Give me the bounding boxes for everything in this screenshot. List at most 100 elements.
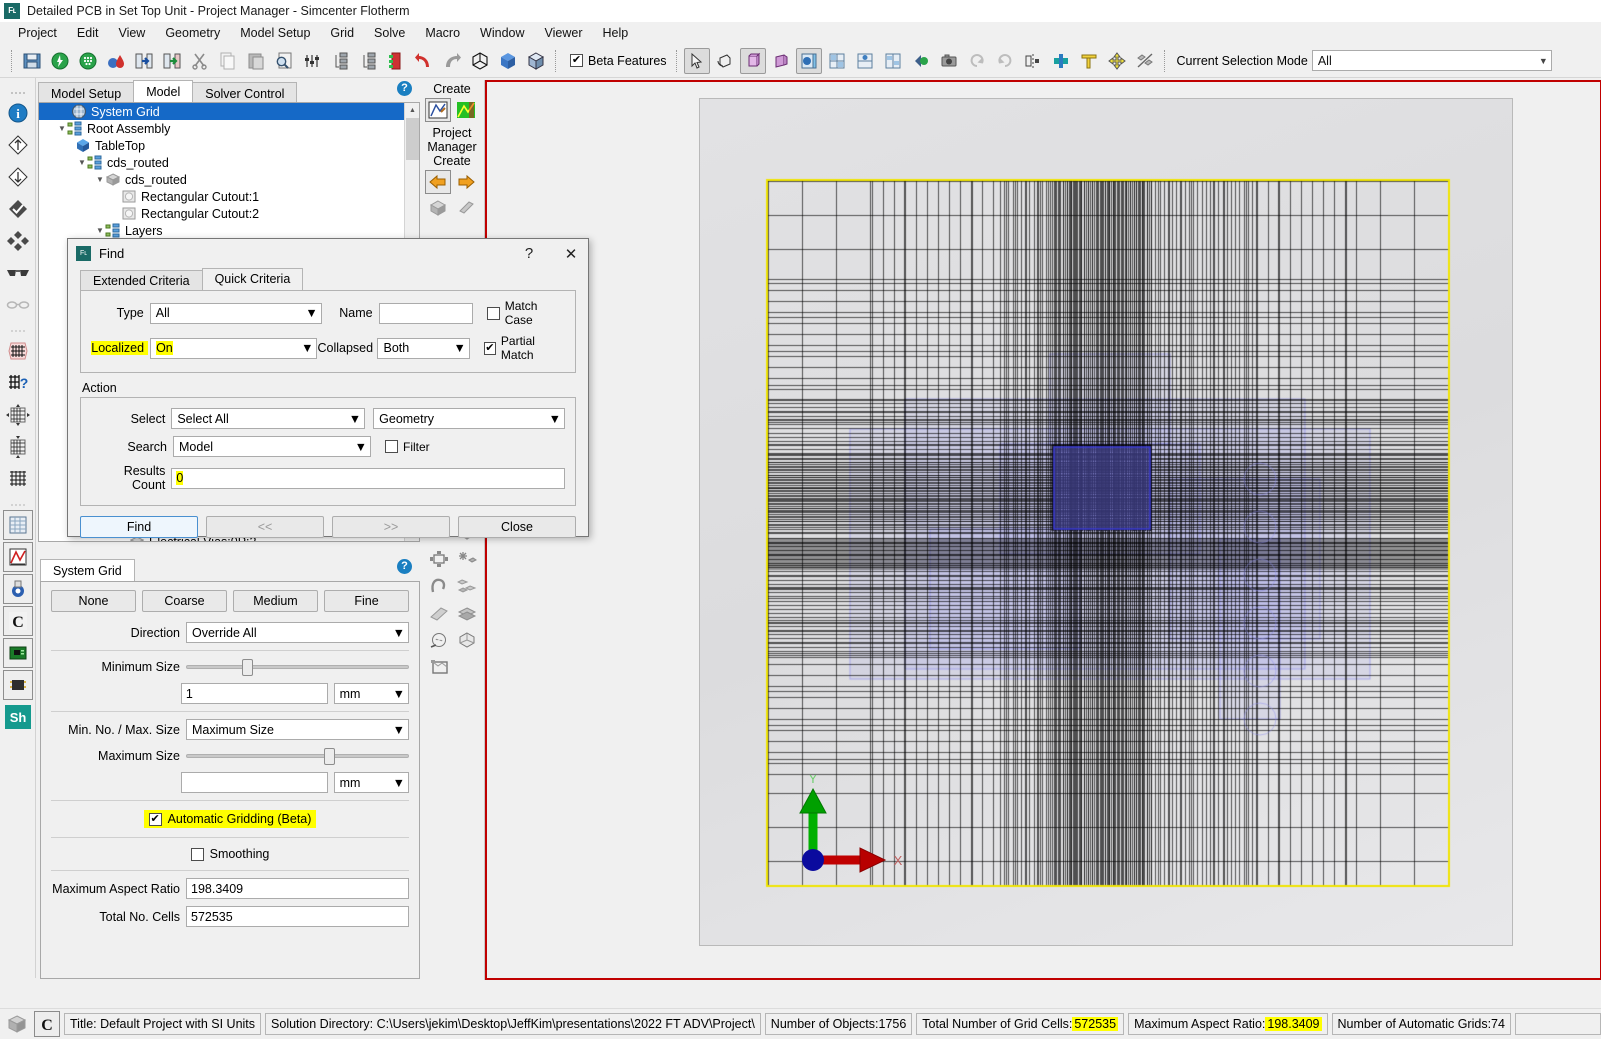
flotherm-c-icon[interactable]: C bbox=[3, 606, 33, 636]
close-icon[interactable]: ✕ bbox=[554, 240, 588, 268]
plate-stack-icon[interactable] bbox=[455, 601, 479, 625]
next-button[interactable]: >> bbox=[332, 516, 450, 538]
help-icon[interactable]: ? bbox=[397, 81, 412, 96]
enclosure-icon[interactable] bbox=[428, 655, 452, 679]
curve-icon[interactable] bbox=[427, 574, 451, 598]
menu-edit[interactable]: Edit bbox=[67, 24, 109, 42]
chip-icon[interactable] bbox=[3, 670, 33, 700]
tree-item-root-assembly[interactable]: ▼ Root Assembly bbox=[39, 120, 419, 137]
menu-viewer[interactable]: Viewer bbox=[535, 24, 593, 42]
pcb-icon[interactable] bbox=[383, 48, 409, 74]
tree-item-tabletop[interactable]: TableTop bbox=[39, 137, 419, 154]
find-dialog[interactable]: Fʟ Find ? ✕ Extended Criteria Quick Crit… bbox=[67, 238, 589, 537]
tree-item-cds-routed-part[interactable]: ▼ cds_routed bbox=[39, 171, 419, 188]
select-dropdown[interactable]: Select All ▼ bbox=[171, 408, 365, 429]
find-icon[interactable] bbox=[271, 48, 297, 74]
tab-model-setup[interactable]: Model Setup bbox=[38, 82, 134, 102]
box-fill-icon[interactable] bbox=[768, 48, 794, 74]
info-icon[interactable]: i bbox=[3, 98, 33, 128]
export-icon[interactable] bbox=[159, 48, 185, 74]
maximum-size-slider[interactable] bbox=[186, 747, 409, 765]
frame-icon[interactable] bbox=[427, 547, 451, 571]
select-target-dropdown[interactable]: Geometry ▼ bbox=[373, 408, 565, 429]
fluid-icon[interactable] bbox=[103, 48, 129, 74]
cube-status-icon[interactable] bbox=[4, 1011, 30, 1037]
clip-icon[interactable] bbox=[908, 48, 934, 74]
cubes-icon[interactable] bbox=[455, 574, 479, 598]
smoothing-checkbox[interactable] bbox=[191, 848, 204, 861]
undo-arrow-icon[interactable] bbox=[411, 48, 437, 74]
pcb-green-icon[interactable] bbox=[3, 638, 33, 668]
selection-mode-dropdown[interactable]: All ▼ bbox=[1312, 50, 1552, 71]
copy-icon[interactable] bbox=[215, 48, 241, 74]
scrollbar-thumb[interactable] bbox=[406, 118, 419, 160]
rail-drag-handle[interactable] bbox=[9, 87, 27, 95]
globe-view-icon[interactable] bbox=[796, 48, 822, 74]
wedge-icon[interactable] bbox=[427, 601, 451, 625]
beta-features-checkbox[interactable]: ✔ bbox=[570, 54, 583, 67]
rail-drag-handle[interactable] bbox=[9, 499, 27, 507]
3d-viewport[interactable]: Y X bbox=[699, 98, 1513, 946]
name-input[interactable] bbox=[379, 303, 474, 324]
colormap-icon[interactable] bbox=[453, 98, 479, 122]
rail-drag-handle[interactable] bbox=[9, 325, 27, 333]
chevron-down-icon[interactable]: ▼ bbox=[77, 158, 87, 167]
tab-solver-control[interactable]: Solver Control bbox=[192, 82, 297, 102]
minimum-size-slider[interactable] bbox=[186, 658, 409, 676]
menu-help[interactable]: Help bbox=[593, 24, 639, 42]
assembly-collapse-icon[interactable] bbox=[327, 48, 353, 74]
table-icon[interactable] bbox=[3, 510, 33, 540]
close-button[interactable]: Close bbox=[458, 516, 576, 538]
chevron-down-icon[interactable]: ▼ bbox=[95, 226, 105, 235]
chevron-down-icon[interactable]: ▼ bbox=[95, 175, 105, 184]
solid-cube-icon[interactable] bbox=[495, 48, 521, 74]
rotate-model-icon[interactable] bbox=[712, 48, 738, 74]
flotherm-c-icon[interactable]: C bbox=[34, 1011, 60, 1037]
type-dropdown[interactable]: All ▼ bbox=[150, 303, 322, 324]
wireframe-cube-icon[interactable] bbox=[467, 48, 493, 74]
redo-arrow-icon[interactable] bbox=[439, 48, 465, 74]
ruler-icon[interactable] bbox=[1076, 48, 1102, 74]
tree-item-layers[interactable]: ▼ Layers bbox=[39, 222, 419, 239]
grid-plain-icon[interactable] bbox=[3, 464, 33, 494]
slider-thumb[interactable] bbox=[324, 748, 335, 765]
assembly-expand-icon[interactable] bbox=[355, 48, 381, 74]
chart-icon[interactable] bbox=[3, 542, 33, 572]
find-button[interactable]: Find bbox=[80, 516, 198, 538]
maximum-size-unit-dropdown[interactable]: mm ▼ bbox=[334, 772, 409, 793]
menu-grid[interactable]: Grid bbox=[320, 24, 364, 42]
menu-model-setup[interactable]: Model Setup bbox=[230, 24, 320, 42]
tree-item-rectangular-cutout-2[interactable]: Rectangular Cutout:2 bbox=[39, 205, 419, 222]
preset-none-button[interactable]: None bbox=[51, 590, 136, 612]
fan-icon[interactable] bbox=[427, 628, 451, 652]
left-arrow-icon[interactable] bbox=[425, 170, 451, 194]
automatic-gridding-checkbox[interactable]: ✔ bbox=[149, 813, 162, 826]
paste-icon[interactable] bbox=[243, 48, 269, 74]
tab-extended-criteria[interactable]: Extended Criteria bbox=[80, 270, 203, 290]
walk-through-icon[interactable] bbox=[47, 48, 73, 74]
tree-item-cds-routed-assembly[interactable]: ▼ cds_routed bbox=[39, 154, 419, 171]
align-icon[interactable] bbox=[1048, 48, 1074, 74]
menu-view[interactable]: View bbox=[108, 24, 155, 42]
sunglasses-icon[interactable] bbox=[3, 258, 33, 288]
help-icon[interactable]: ? bbox=[397, 559, 412, 574]
camera-icon[interactable] bbox=[936, 48, 962, 74]
chevron-down-icon[interactable]: ▼ bbox=[57, 124, 67, 133]
scroll-up-button[interactable]: ▲ bbox=[405, 103, 420, 118]
localized-dropdown[interactable]: On ▼ bbox=[150, 338, 317, 359]
tree-item-rectangular-cutout-1[interactable]: Rectangular Cutout:1 bbox=[39, 188, 419, 205]
redo-view-icon[interactable] bbox=[992, 48, 1018, 74]
check-diamond-icon[interactable] bbox=[3, 194, 33, 224]
box-outline-icon[interactable] bbox=[740, 48, 766, 74]
right-arrow-icon[interactable] bbox=[453, 170, 479, 194]
previous-button[interactable]: << bbox=[206, 516, 324, 538]
beta-features-toggle[interactable]: ✔ Beta Features bbox=[570, 54, 667, 68]
preset-coarse-button[interactable]: Coarse bbox=[142, 590, 227, 612]
menu-window[interactable]: Window bbox=[470, 24, 534, 42]
four-diamond-icon[interactable] bbox=[3, 226, 33, 256]
tab-system-grid[interactable]: System Grid bbox=[40, 559, 135, 581]
search-dropdown[interactable]: Model ▼ bbox=[173, 436, 371, 457]
match-case-checkbox[interactable] bbox=[487, 307, 499, 320]
menu-solve[interactable]: Solve bbox=[364, 24, 415, 42]
sliders-icon[interactable] bbox=[299, 48, 325, 74]
